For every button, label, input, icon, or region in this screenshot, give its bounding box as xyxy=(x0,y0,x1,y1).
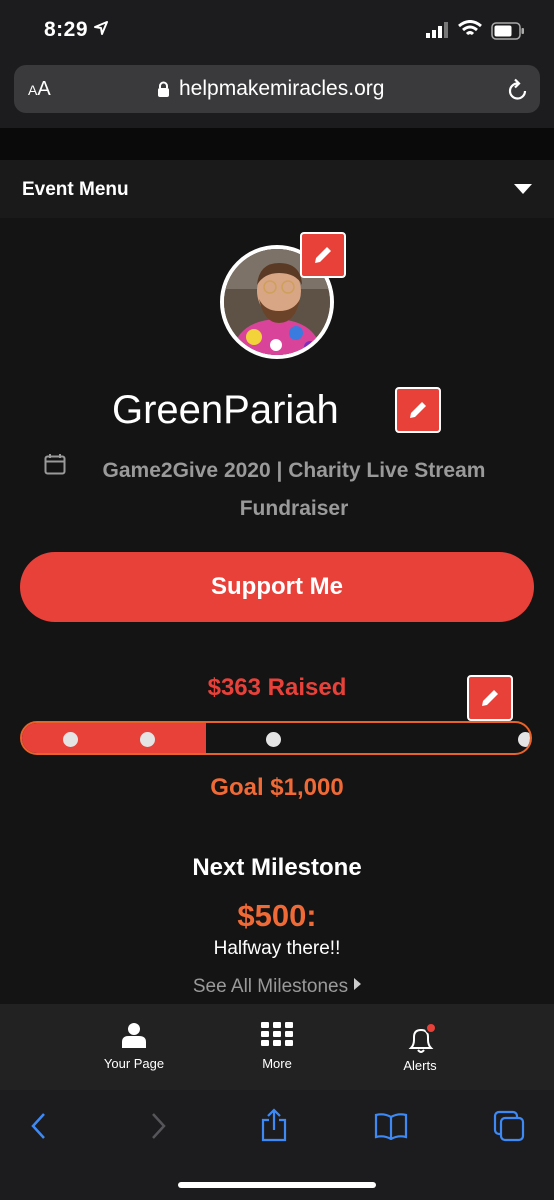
progress-fill xyxy=(22,723,207,753)
fundraising-progress-bar xyxy=(20,721,532,755)
location-arrow-icon xyxy=(94,21,108,35)
event-menu-dropdown[interactable]: Event Menu xyxy=(0,160,554,218)
nav-more-label: More xyxy=(262,1056,292,1071)
next-milestone-heading: Next Milestone xyxy=(192,854,362,881)
caret-right-icon xyxy=(354,978,362,990)
reload-icon[interactable] xyxy=(507,78,529,102)
status-bar: 8:29 xyxy=(0,0,554,60)
address-bar[interactable]: AA helpmakemiracles.org xyxy=(14,65,540,113)
support-me-button[interactable]: Support Me xyxy=(20,552,534,622)
next-milestone-description: Halfway there!! xyxy=(213,938,341,959)
browser-address-area: AA helpmakemiracles.org xyxy=(0,60,554,128)
event-menu-label: Event Menu xyxy=(22,179,129,200)
edit-avatar-button[interactable] xyxy=(300,232,346,278)
bottom-nav: Your Page More Alerts xyxy=(0,1004,554,1090)
url-text[interactable]: helpmakemiracles.org xyxy=(179,77,384,101)
forward-icon[interactable] xyxy=(149,1112,167,1140)
alert-badge xyxy=(425,1022,437,1034)
see-all-milestones-label: See All Milestones xyxy=(192,976,349,997)
milestone-dot[interactable] xyxy=(63,732,78,747)
cellular-signal-icon xyxy=(426,22,448,38)
pencil-icon xyxy=(315,247,331,263)
grid-icon xyxy=(261,1022,293,1046)
nav-alerts-label: Alerts xyxy=(403,1058,437,1073)
wifi-icon xyxy=(458,20,482,36)
edit-username-button[interactable] xyxy=(395,387,441,433)
pencil-icon xyxy=(482,690,498,706)
status-time: 8:29 xyxy=(44,18,89,41)
back-icon[interactable] xyxy=(30,1112,48,1140)
nav-your-page-label: Your Page xyxy=(103,1056,165,1071)
battery-icon xyxy=(491,22,524,40)
bookmarks-icon[interactable] xyxy=(374,1112,408,1140)
event-title[interactable]: Game2Give 2020 | Charity Live Stream Fun… xyxy=(40,452,514,528)
lock-icon xyxy=(158,81,169,97)
edit-goal-button[interactable] xyxy=(467,675,513,721)
share-icon[interactable] xyxy=(260,1108,288,1142)
page-top-strip xyxy=(0,128,554,160)
reader-text-size-button[interactable]: AA xyxy=(28,78,51,101)
user-icon xyxy=(122,1023,146,1048)
page-title-username: GreenPariah xyxy=(112,388,339,432)
milestone-dot[interactable] xyxy=(140,732,155,747)
home-indicator xyxy=(178,1182,376,1188)
goal-amount: Goal $1,000 xyxy=(210,774,344,801)
nav-your-page[interactable]: Your Page xyxy=(74,1004,194,1090)
milestone-dot[interactable] xyxy=(518,732,530,747)
milestone-dot[interactable] xyxy=(266,732,281,747)
see-all-milestones-link[interactable]: See All Milestones xyxy=(0,976,554,998)
nav-more[interactable]: More xyxy=(217,1004,337,1090)
caret-down-icon xyxy=(514,184,532,194)
nav-alerts[interactable]: Alerts xyxy=(360,1004,480,1090)
pencil-icon xyxy=(410,402,426,418)
tabs-icon[interactable] xyxy=(493,1110,525,1142)
next-milestone-amount: $500: xyxy=(237,898,317,933)
